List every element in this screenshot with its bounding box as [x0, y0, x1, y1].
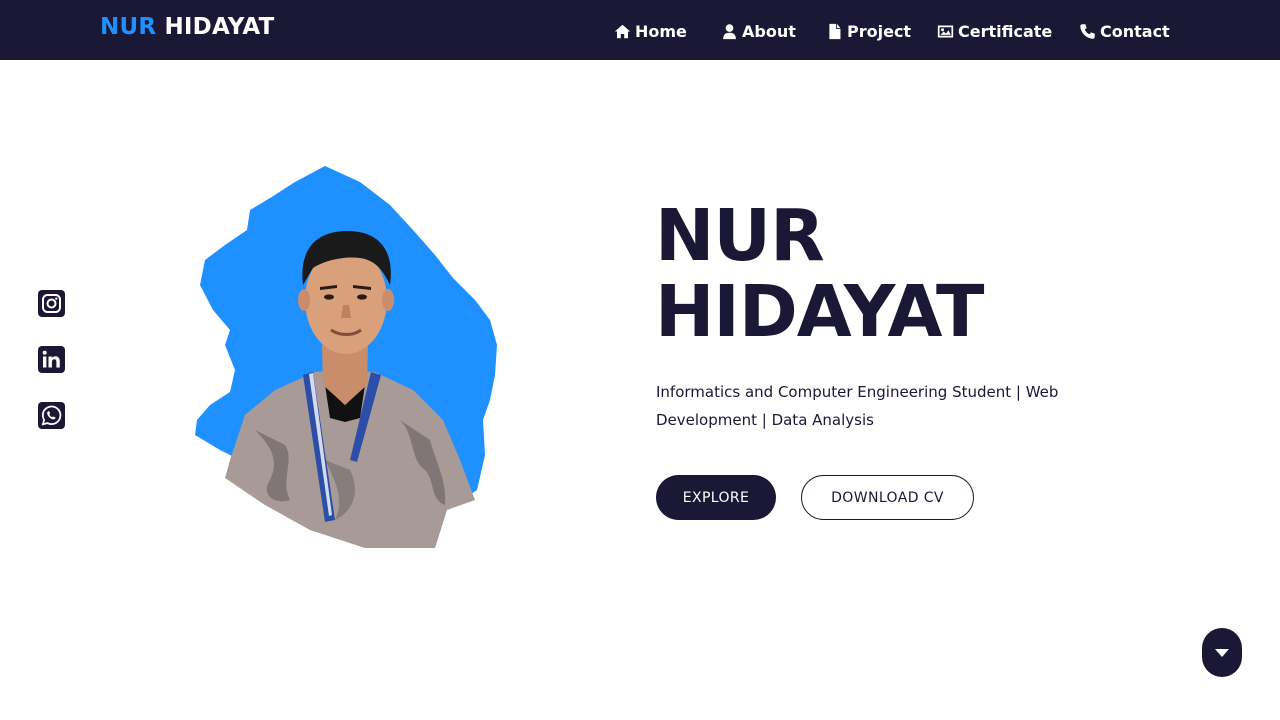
phone-icon: [1080, 23, 1095, 39]
caret-down-icon: [1215, 648, 1229, 657]
hero-name-line1: NUR: [655, 194, 825, 277]
explore-button[interactable]: EXPLORE: [656, 475, 776, 520]
download-cv-button[interactable]: DOWNLOAD CV: [801, 475, 974, 520]
nav-item-home[interactable]: Home: [614, 20, 687, 42]
instagram-link[interactable]: [38, 290, 65, 317]
navbar: NUR HIDAYAT Home About Project Certifica…: [0, 0, 1280, 60]
nav-item-label: Certificate: [958, 21, 1053, 41]
nav-item-label: Project: [847, 21, 912, 41]
scroll-down-button[interactable]: [1202, 628, 1242, 677]
nav-item-project[interactable]: Project: [826, 20, 911, 42]
profile-photo: [185, 160, 505, 555]
home-icon: [614, 24, 631, 38]
user-icon: [723, 23, 736, 39]
nav-menu: Home About Project Certificate Contact: [0, 0, 1280, 60]
nav-item-contact[interactable]: Contact: [1079, 20, 1170, 42]
instagram-icon: [42, 294, 61, 313]
nav-item-certificate[interactable]: Certificate: [937, 20, 1052, 42]
hero-description: Informatics and Computer Engineering Stu…: [656, 383, 1059, 429]
whatsapp-link[interactable]: [38, 402, 65, 429]
linkedin-icon: [42, 350, 60, 368]
hero-name: NUR HIDAYAT: [655, 194, 984, 353]
nav-item-label: About: [742, 21, 796, 41]
nav-item-label: Contact: [1100, 21, 1170, 41]
nav-item-label: Home: [635, 21, 687, 41]
linkedin-link[interactable]: [38, 346, 65, 373]
nav-item-about[interactable]: About: [721, 20, 796, 42]
hero-name-line2: HIDAYAT: [655, 270, 984, 353]
image-icon: [937, 25, 954, 37]
file-icon: [829, 23, 841, 39]
whatsapp-icon: [41, 405, 62, 426]
